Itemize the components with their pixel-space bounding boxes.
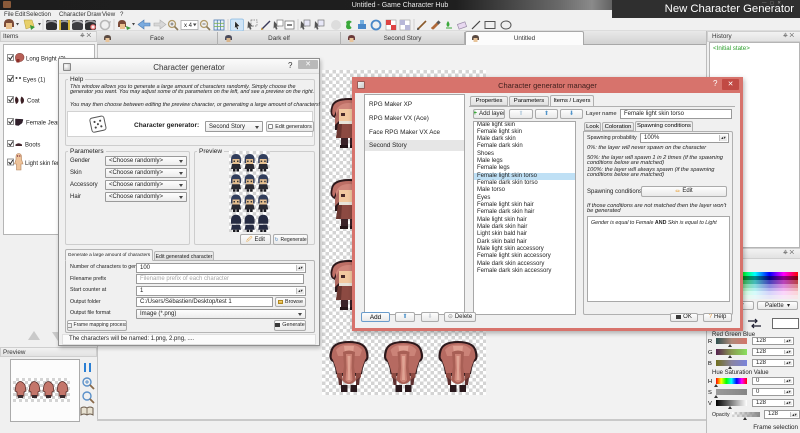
- svg-text:Eyes (1): Eyes (1): [23, 78, 45, 84]
- svg-text:Boots: Boots: [25, 142, 40, 148]
- svg-text:Coat: Coat: [27, 99, 40, 105]
- svg-text:x 4: x 4: [184, 23, 193, 29]
- svg-text:Light skin fem: Light skin fem: [25, 161, 62, 167]
